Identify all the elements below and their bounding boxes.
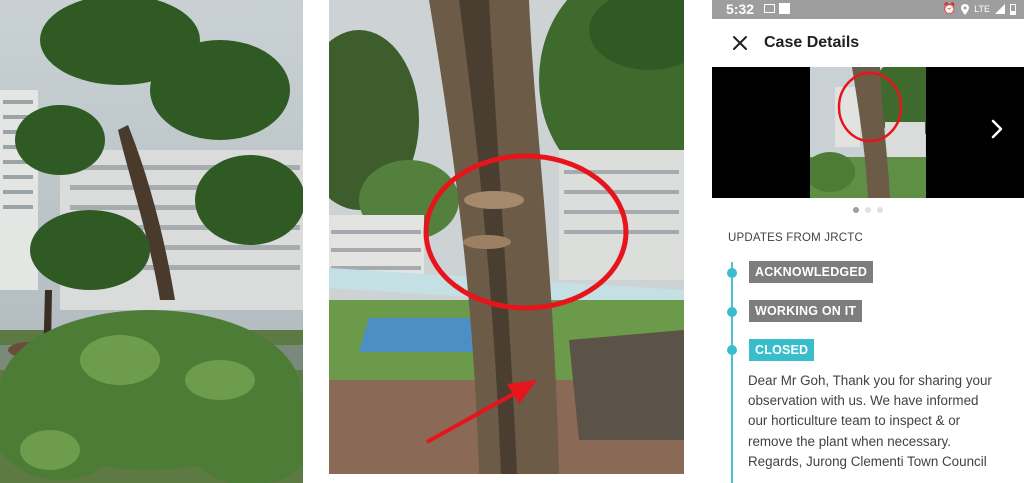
location-icon [961,3,970,15]
network-label: LTE [974,4,990,14]
carousel-next-button[interactable] [988,111,1008,147]
close-icon [733,36,747,50]
status-badge-acknowledged: ACKNOWLEDGED [749,261,874,283]
timeline-dot-working [727,307,737,317]
status-badge-closed: CLOSED [749,339,815,361]
status-badge-working: WORKING ON IT [749,300,863,322]
status-indicators: ⏰ LTE [942,2,1016,16]
timeline-line [731,262,733,483]
carousel-photo[interactable] [810,67,926,198]
status-time: 5:32 [726,1,755,17]
timeline-dot-closed [727,345,737,355]
carousel-dot-2[interactable] [865,207,871,213]
photo-trunk-closeup [329,0,684,474]
message-line: Regards, Jurong Clementi Town Council [748,453,987,469]
carousel-dot-3[interactable] [877,207,883,213]
photo-trunk-closeup-image [329,0,684,474]
photo-tree-overview-image [0,0,303,483]
message-line: Dear Mr Goh, Thank you for sharing your [748,373,992,388]
status-bar: 5:32 ⏰ LTE [712,0,1024,19]
battery-icon [1010,3,1016,15]
updates-heading: UPDATES FROM JRCTC [728,232,863,244]
council-reply-message: Dear Mr Goh, Thank you for sharing your … [748,371,1014,472]
square-icon [779,3,790,14]
message-line: our horticulture team to inspect & or [748,413,961,429]
carousel-page-indicator [712,207,1024,213]
case-details-screen: 5:32 ⏰ LTE Case Details UPDATES FROM JRC… [712,0,1024,483]
message-line: observation with us. We have informed [748,393,979,409]
message-icon [764,4,775,13]
photo-carousel[interactable] [712,67,1024,198]
close-button[interactable] [728,31,752,55]
photo-tree-overview [0,0,303,483]
chevron-right-icon [991,119,1003,139]
app-bar: Case Details [712,19,1024,67]
alarm-icon: ⏰ [942,3,957,15]
carousel-photo-image [810,67,926,198]
message-line: remove the plant when necessary. [748,433,951,449]
timeline-dot-acknowledged [727,268,737,278]
page-title: Case Details [764,34,860,51]
carousel-dot-1[interactable] [853,207,859,213]
signal-icon [995,4,1005,14]
